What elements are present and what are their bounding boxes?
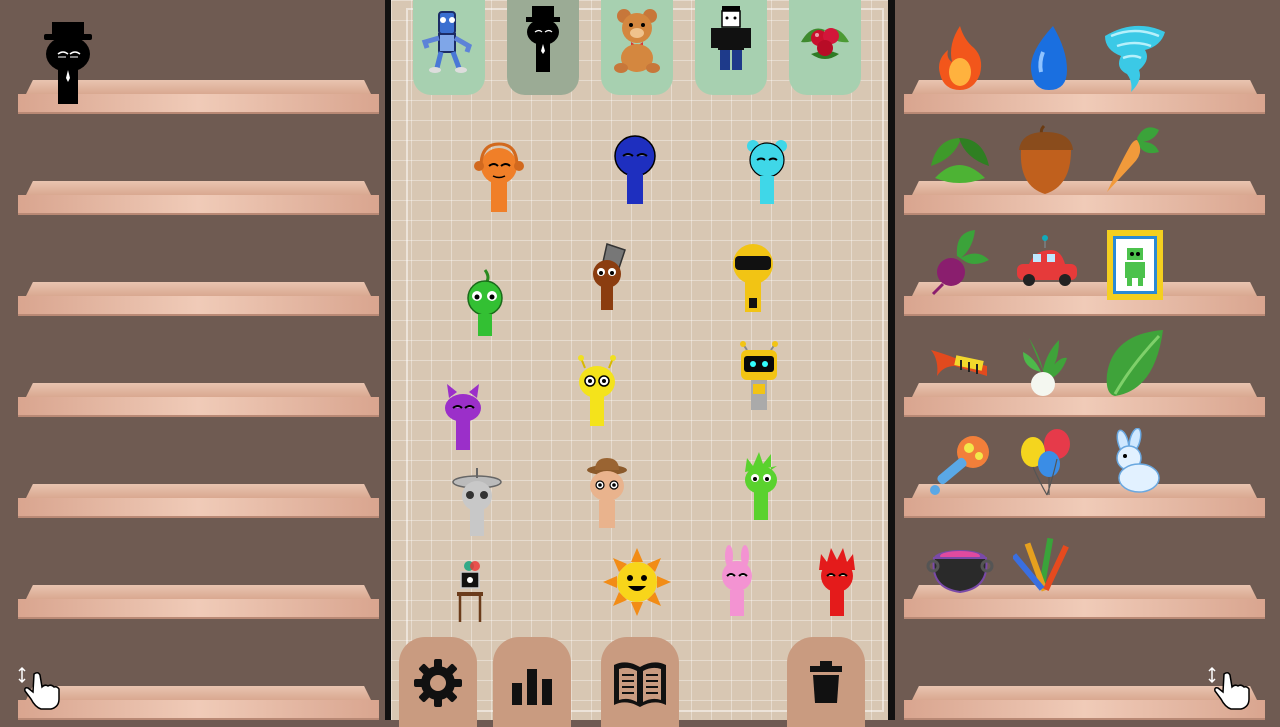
tornado-icon[interactable] <box>1099 20 1169 95</box>
tv-head-sprunki[interactable] <box>443 556 503 646</box>
black-top-hat-character-icon[interactable] <box>38 20 98 106</box>
rattle-icon[interactable] <box>925 432 995 507</box>
hand-scroll-icon <box>18 666 60 710</box>
tan-hat-sprunki[interactable] <box>577 456 637 546</box>
right-shelf-panel <box>895 0 1280 720</box>
orange-headphones-sprunki[interactable] <box>469 140 529 230</box>
green-leaf-sprunki[interactable] <box>455 266 515 356</box>
beet-icon[interactable] <box>925 226 995 301</box>
stats-bars-icon <box>512 669 552 705</box>
stage-grid[interactable] <box>391 0 888 727</box>
shelf <box>18 383 379 417</box>
toy-car-icon[interactable] <box>1011 230 1081 305</box>
delete-button[interactable] <box>787 637 865 727</box>
character-slot[interactable] <box>601 0 673 95</box>
lime-spiky-sprunki[interactable] <box>731 448 791 538</box>
settings-gear-icon <box>414 659 462 707</box>
shelf <box>18 585 379 619</box>
berries-icon <box>801 28 849 59</box>
book-button[interactable] <box>601 637 679 727</box>
open-book-icon <box>614 662 666 707</box>
trash-can-icon <box>810 661 842 703</box>
blue-sprunki[interactable] <box>605 132 665 222</box>
red-spiky-sprunki[interactable] <box>807 546 867 636</box>
character-slot[interactable] <box>413 0 485 95</box>
cyan-bear-sprunki[interactable] <box>737 136 797 226</box>
brown-bucket-sprunki[interactable] <box>581 240 641 330</box>
bunny-icon[interactable] <box>1099 428 1169 503</box>
carrot-icon[interactable] <box>1099 122 1169 197</box>
pencils-icon[interactable] <box>1013 530 1083 605</box>
pink-bunny-sprunki[interactable] <box>707 544 767 634</box>
character-slot[interactable] <box>789 0 861 95</box>
shelf <box>18 181 379 215</box>
trumpet-icon[interactable] <box>925 328 995 403</box>
blue-robot-character-icon <box>421 11 473 73</box>
yellow-visor-sprunki[interactable] <box>723 240 783 330</box>
black-top-hat-character-icon <box>526 6 560 72</box>
left-shelf-panel <box>0 0 385 720</box>
shelf <box>18 282 379 316</box>
fire-icon[interactable] <box>925 20 995 95</box>
teddy-bear-icon <box>614 9 660 73</box>
sun-sprunki[interactable] <box>601 546 673 618</box>
blocky-avatar-icon <box>711 6 751 70</box>
character-slot[interactable] <box>695 0 767 95</box>
shelf <box>18 484 379 518</box>
bok-choy-icon[interactable] <box>1009 328 1079 403</box>
water-drop-icon[interactable] <box>1013 22 1083 97</box>
play-area <box>385 0 895 727</box>
settings-button[interactable] <box>399 637 477 727</box>
gray-satellite-sprunki[interactable] <box>447 466 507 556</box>
acorn-icon[interactable] <box>1011 122 1081 197</box>
character-slot[interactable] <box>507 0 579 95</box>
hand-scroll-icon <box>1208 666 1250 710</box>
purple-horned-sprunki[interactable] <box>433 378 493 468</box>
bush-leaves-icon[interactable] <box>925 122 995 197</box>
cauldron-icon[interactable] <box>925 530 995 605</box>
yellow-antenna-sprunki[interactable] <box>567 352 627 442</box>
shelf <box>18 686 379 720</box>
stats-button[interactable] <box>493 637 571 727</box>
robot-picture-icon[interactable] <box>1101 226 1171 301</box>
leaf-icon[interactable] <box>1099 326 1169 401</box>
balloons-icon[interactable] <box>1015 428 1085 503</box>
robot-sprunki[interactable] <box>729 340 789 430</box>
